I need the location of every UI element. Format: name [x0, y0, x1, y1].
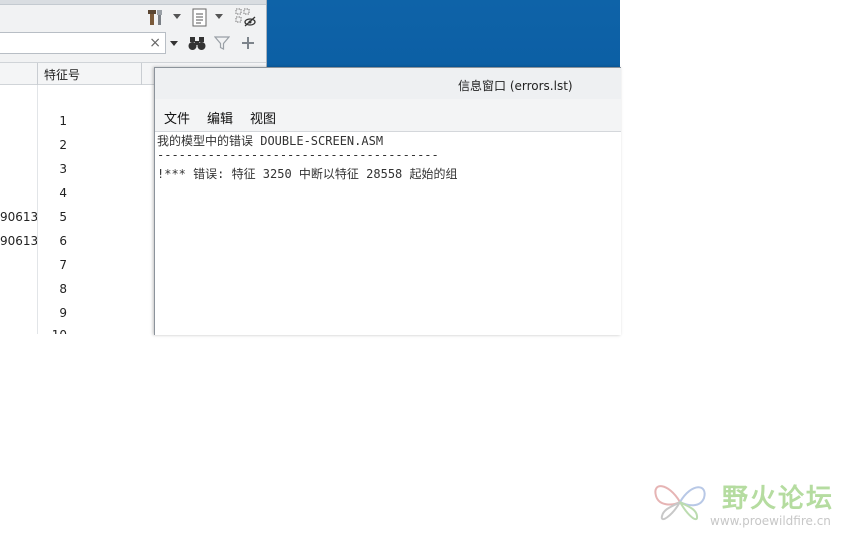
hidden-items-icon[interactable] — [233, 8, 259, 28]
tree-row-number[interactable]: 4 — [47, 186, 67, 200]
tree-row-number[interactable]: 1 — [47, 114, 67, 128]
column-separator[interactable] — [37, 63, 38, 85]
info-window-titlebar[interactable]: 信息窗口 (errors.lst) — [155, 68, 621, 99]
menu-view[interactable]: 视图 — [250, 108, 276, 127]
tree-row-number[interactable]: 10 — [47, 328, 67, 334]
menu-edit[interactable]: 编辑 — [207, 108, 233, 127]
search-options-caret-icon[interactable] — [170, 41, 178, 46]
content-line: !*** 错误: 特征 3250 中断以特征 28558 起始的组 — [157, 167, 458, 181]
tree-row-name[interactable]: 90613. — [0, 234, 37, 248]
info-window-content[interactable]: 我的模型中的错误 DOUBLE-SCREEN.ASM -------------… — [155, 132, 621, 335]
menu-file[interactable]: 文件 — [164, 108, 190, 127]
tree-row-number[interactable]: 7 — [47, 258, 67, 272]
content-line: 我的模型中的错误 DOUBLE-SCREEN.ASM — [157, 134, 384, 148]
find-binoculars-icon[interactable] — [186, 33, 208, 53]
tree-row-number[interactable]: 5 — [47, 210, 67, 224]
column-separator[interactable] — [141, 63, 142, 85]
tree-search-input[interactable]: × — [0, 32, 166, 54]
tree-settings-icon[interactable] — [146, 8, 168, 28]
info-window: 信息窗口 (errors.lst) 文件 编辑 视图 我的模型中的错误 DOUB… — [154, 67, 621, 335]
info-window-title: 信息窗口 (errors.lst) — [458, 79, 573, 93]
tree-row-number[interactable]: 8 — [47, 282, 67, 296]
tree-settings-caret-icon[interactable] — [173, 14, 181, 19]
tree-row-number[interactable]: 6 — [47, 234, 67, 248]
tree-row-number[interactable]: 2 — [47, 138, 67, 152]
column-gridline — [37, 85, 38, 334]
info-window-menubar: 文件 编辑 视图 — [155, 99, 621, 132]
search-clear-icon[interactable]: × — [149, 34, 161, 52]
watermark-logo-icon — [654, 485, 706, 521]
watermark-logo-text: 野火论坛 — [722, 484, 835, 514]
content-divider-line: --------------------------------------- — [157, 148, 439, 162]
screen: × 特征号 9061 9061 1 2 3 4 5 6 7 8 9 信息窗口 (… — [0, 0, 864, 540]
tree-row-number[interactable]: 9 — [47, 306, 67, 320]
tree-show-icon[interactable] — [189, 8, 211, 28]
tree-toolbar — [0, 5, 266, 31]
filter-icon[interactable] — [211, 33, 233, 53]
tree-row-name[interactable]: 90613. — [0, 210, 37, 224]
feature-number-column-title[interactable]: 特征号 — [44, 66, 80, 83]
tree-row-number[interactable]: 3 — [47, 162, 67, 176]
add-column-icon[interactable] — [237, 33, 259, 53]
tree-show-caret-icon[interactable] — [215, 14, 223, 19]
watermark: 野火论坛 www.proewildfire.cn — [650, 472, 860, 532]
watermark-url: www.proewildfire.cn — [710, 514, 831, 528]
